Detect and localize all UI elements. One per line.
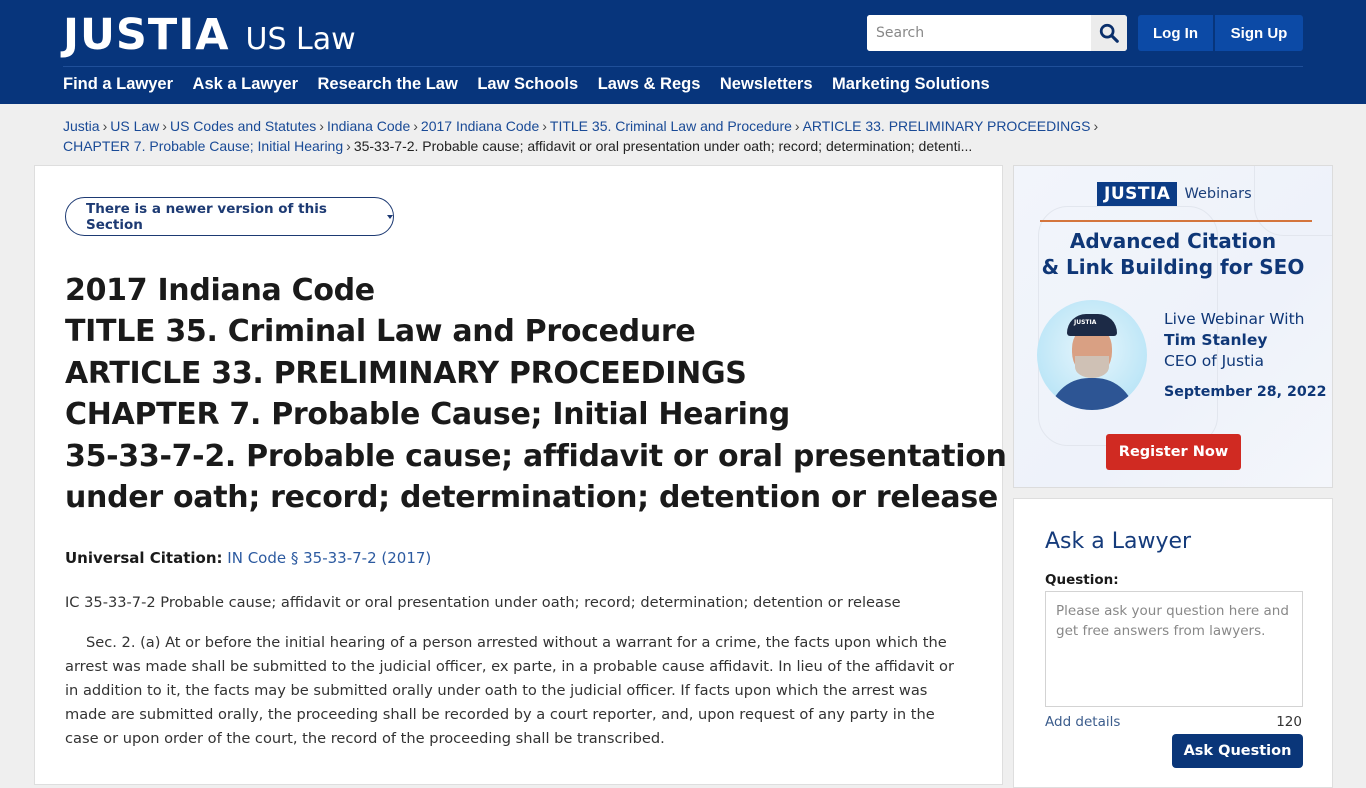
- ad-title-line: & Link Building for SEO: [1041, 255, 1305, 279]
- signup-button[interactable]: Sign Up: [1215, 15, 1303, 51]
- breadcrumb-separator: ›: [102, 118, 108, 134]
- nav-law-schools[interactable]: Law Schools: [477, 75, 578, 94]
- heading-section: 35-33-7-2. Probable cause; affidavit or …: [65, 438, 1007, 474]
- logo-section-name[interactable]: US Law: [246, 22, 356, 57]
- heading-code-year: 2017 Indiana Code: [65, 273, 375, 308]
- breadcrumb-link[interactable]: US Codes and Statutes: [170, 118, 316, 134]
- breadcrumb: Justia › US Law › US Codes and Statutes › Indi…: [63, 116, 1163, 156]
- nav-ask-a-lawyer[interactable]: Ask a Lawyer: [193, 75, 298, 94]
- photo-cap-text: JUSTIA: [1074, 319, 1097, 326]
- question-label: Question:: [1045, 572, 1119, 588]
- nav-laws-and-regs[interactable]: Laws & Regs: [598, 75, 701, 94]
- ad-logo-sub: Webinars: [1184, 186, 1252, 202]
- character-count: 120: [1276, 714, 1302, 730]
- breadcrumb-link[interactable]: ARTICLE 33. PRELIMINARY PROCEEDINGS: [803, 118, 1091, 134]
- nav-find-a-lawyer[interactable]: Find a Lawyer: [63, 75, 173, 94]
- search-box: [867, 15, 1127, 51]
- breadcrumb-separator: ›: [542, 118, 547, 134]
- ad-logo-wordmark: JUSTIA: [1097, 182, 1178, 206]
- breadcrumb-separator: ›: [319, 118, 324, 134]
- citation-label: Universal Citation:: [65, 549, 223, 567]
- login-button[interactable]: Log In: [1138, 15, 1213, 51]
- code-heading: 2017 Indiana Code TITLE 35. Criminal Law…: [65, 270, 1007, 518]
- question-textarea[interactable]: [1045, 591, 1303, 707]
- breadcrumb-separator: ›: [346, 138, 351, 154]
- ad-webinar-line: Live Webinar With: [1164, 310, 1305, 328]
- citation-link[interactable]: IN Code § 35-33-7-2 (2017): [227, 549, 431, 567]
- main-content: There is a newer version of this Section…: [34, 165, 1007, 785]
- search-button[interactable]: [1091, 15, 1127, 51]
- photo-beard: [1075, 356, 1109, 378]
- ad-title-line: Advanced Citation: [1069, 229, 1277, 253]
- ad-divider: [1040, 220, 1312, 222]
- webinar-ad[interactable]: JUSTIA Webinars Advanced Citation & Link…: [1013, 165, 1333, 488]
- search-icon: [1099, 23, 1119, 43]
- ask-a-lawyer-title: Ask a Lawyer: [1045, 529, 1192, 554]
- heading-chapter: CHAPTER 7. Probable Cause; Initial Heari…: [65, 397, 790, 433]
- breadcrumb-separator: ›: [1093, 118, 1099, 134]
- justia-logo[interactable]: JUSTIA US Law: [63, 10, 356, 60]
- nav-newsletters[interactable]: Newsletters: [720, 75, 813, 94]
- breadcrumb-link[interactable]: CHAPTER 7. Probable Cause; Initial Heari…: [63, 138, 343, 154]
- main-nav: Find a Lawyer Ask a Lawyer Research the …: [63, 75, 1009, 94]
- ask-a-lawyer-widget: Ask a Lawyer Question: Add details 120 A…: [1013, 498, 1333, 788]
- breadcrumb-link[interactable]: TITLE 35. Criminal Law and Procedure: [550, 118, 792, 134]
- section-summary: IC 35-33-7-2 Probable cause; affidavit o…: [65, 594, 901, 611]
- ad-date: September 28, 2022: [1164, 384, 1327, 400]
- ad-title: Advanced Citation & Link Building for SE…: [1014, 228, 1332, 280]
- ad-presenter-name: Tim Stanley: [1164, 331, 1268, 349]
- universal-citation: Universal Citation: IN Code § 35-33-7-2 …: [65, 549, 431, 567]
- register-now-button[interactable]: Register Now: [1106, 434, 1241, 470]
- newer-version-label: There is a newer version of this Section: [86, 200, 327, 233]
- logo-wordmark[interactable]: JUSTIA: [63, 10, 230, 60]
- site-header: JUSTIA US Law Log In Sign Up Find a Lawy…: [0, 0, 1366, 104]
- header-divider: [63, 66, 1303, 67]
- breadcrumb-separator: ›: [162, 118, 167, 134]
- ad-presenter-role: CEO of Justia: [1164, 352, 1264, 370]
- ad-presenter-info: Live Webinar With Tim Stanley CEO of Jus…: [1164, 309, 1326, 400]
- breadcrumb-link[interactable]: Justia: [63, 118, 100, 134]
- ad-decoration: [1254, 166, 1332, 236]
- section-body: Sec. 2. (a) At or before the initial hea…: [65, 634, 954, 747]
- heading-section-cont: under oath; record; determination; deten…: [65, 480, 998, 516]
- heading-article: ARTICLE 33. PRELIMINARY PROCEEDINGS: [65, 355, 747, 391]
- ad-logo: JUSTIA Webinars: [1097, 182, 1252, 206]
- auth-buttons: Log In Sign Up: [1138, 15, 1303, 51]
- nav-research-the-law[interactable]: Research the Law: [318, 75, 458, 94]
- newer-version-dropdown[interactable]: There is a newer version of this Section: [65, 197, 394, 236]
- ask-question-button[interactable]: Ask Question: [1172, 734, 1303, 768]
- breadcrumb-link[interactable]: 2017 Indiana Code: [421, 118, 539, 134]
- breadcrumb-link[interactable]: Indiana Code: [327, 118, 410, 134]
- breadcrumb-separator: ›: [794, 118, 800, 134]
- breadcrumb-link[interactable]: US Law: [110, 118, 159, 134]
- caret-down-icon: [387, 214, 393, 219]
- heading-title: TITLE 35. Criminal Law and Procedure: [65, 314, 696, 350]
- search-input[interactable]: [867, 15, 1091, 51]
- nav-marketing-solutions[interactable]: Marketing Solutions: [832, 75, 990, 94]
- breadcrumb-separator: ›: [413, 118, 418, 134]
- presenter-photo: JUSTIA: [1037, 300, 1147, 410]
- photo-shirt: [1049, 378, 1135, 410]
- add-details-link[interactable]: Add details: [1045, 714, 1120, 730]
- breadcrumb-current: 35-33-7-2. Probable cause; affidavit or …: [353, 138, 973, 154]
- page-title: 2017 Indiana Code TITLE 35. Criminal Law…: [65, 270, 1007, 518]
